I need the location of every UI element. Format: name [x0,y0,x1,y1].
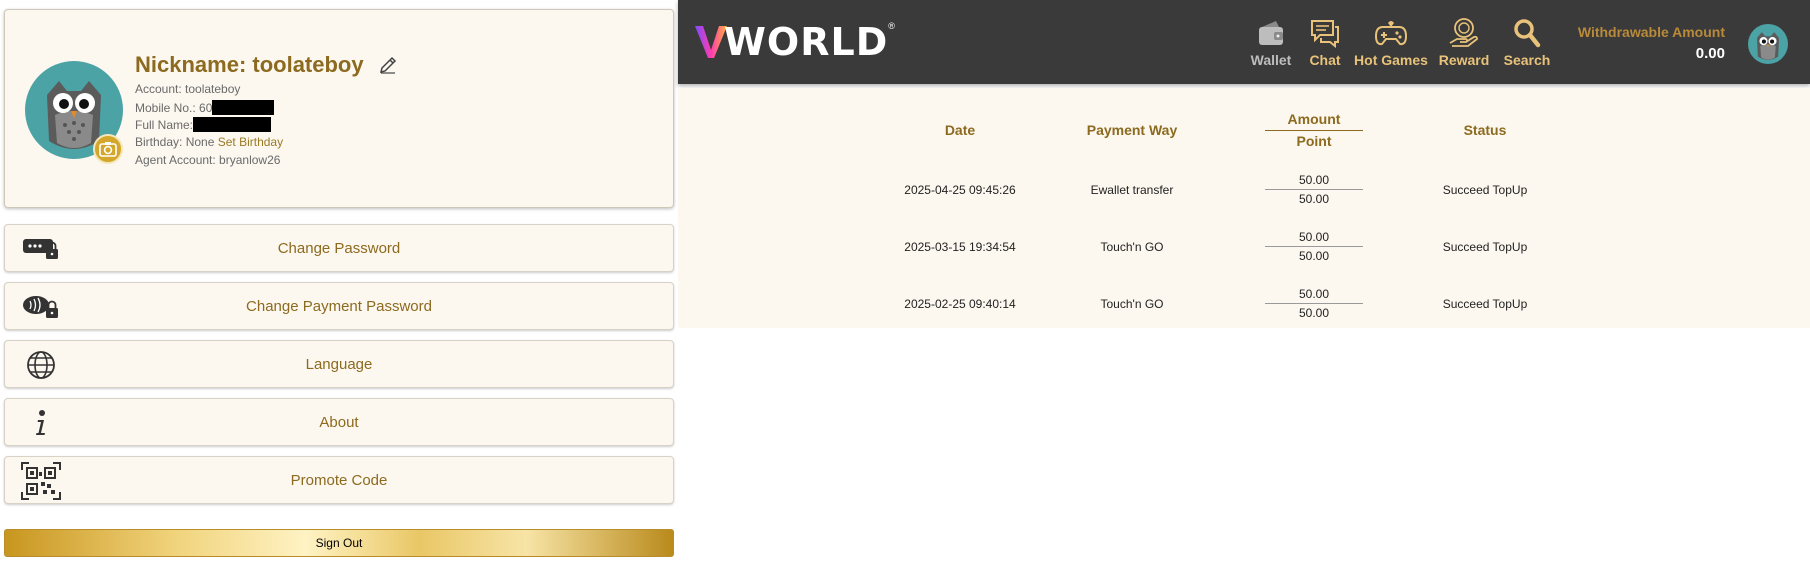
row-1-date: 2025-04-25 09:45:26 [904,183,1016,197]
set-birthday-link[interactable]: Set Birthday [218,135,283,149]
row-2-status: Succeed TopUp [1442,240,1528,254]
row-2-divider [1265,246,1363,247]
row-3-point: 50.00 [1298,306,1330,320]
row-3-amount: 50.00 [1298,287,1330,301]
birthday-label: Birthday: None [135,135,215,149]
nav-hot-games-label: Hot Games [1354,52,1428,68]
logo-text: WORLD [724,20,889,64]
change-payment-password-button[interactable]: Change Payment Password [4,282,674,330]
nav-search[interactable]: Search [1500,16,1554,72]
camera-icon [99,142,117,157]
change-password-button[interactable]: Change Password [4,224,674,272]
transaction-table: Date Payment Way Amount Point Status 202… [678,88,1810,328]
vworld-logo[interactable]: WORLD ® [694,20,895,64]
about-label: About [319,414,359,431]
header-payment-way: Payment Way [1086,122,1178,138]
gamepad-icon [1350,16,1432,50]
fullname-label: Full Name: [135,118,194,132]
reward-icon [1434,16,1494,50]
header-amount: Amount [1287,111,1341,127]
owl-avatar-icon [1756,32,1780,60]
withdrawable-amount-value: 0.00 [1695,45,1725,62]
nav-chat[interactable]: Chat [1300,16,1350,72]
row-1-divider [1265,189,1363,190]
nav-reward[interactable]: Reward [1434,16,1494,72]
language-label: Language [305,356,373,373]
row-1-amount: 50.00 [1298,173,1330,187]
row-2-payment-way: Touch'n GO [1100,240,1164,254]
withdrawable-amount-label: Withdrawable Amount [1577,24,1725,40]
row-2-point: 50.00 [1298,249,1330,263]
row-3-status: Succeed TopUp [1442,297,1528,311]
nav-reward-label: Reward [1438,52,1490,68]
profile-card: Nickname: toolateboy Account: toolateboy… [4,9,674,208]
row-2-date: 2025-03-15 19:34:54 [904,240,1016,254]
edit-nickname-button[interactable] [378,55,398,75]
row-1-payment-way: Ewallet transfer [1090,183,1174,197]
header-divider [1265,130,1363,131]
header-date: Date [944,122,976,138]
change-payment-password-label: Change Payment Password [246,298,432,315]
fullname-redacted [193,117,272,132]
wallet-icon [1246,16,1296,50]
logo-registered-mark: ® [888,21,895,31]
account-text: Account: toolateboy [135,82,241,96]
nav-wallet[interactable]: Wallet [1246,16,1296,72]
pencil-icon [379,56,396,74]
nickname-row: Nickname: toolateboy [135,52,398,78]
nav-chat-label: Chat [1309,52,1341,68]
nav-hot-games[interactable]: Hot Games [1350,16,1432,72]
promote-code-label: Promote Code [290,472,388,489]
main-area: WORLD ® Wallet Chat Hot Games Reward Sea… [678,0,1810,566]
row-3-date: 2025-02-25 09:40:14 [904,297,1016,311]
profile-panel: Nickname: toolateboy Account: toolateboy… [0,0,678,566]
promote-code-button[interactable]: Promote Code [4,456,674,504]
agent-account-text: Agent Account: bryanlow26 [135,153,281,167]
row-3-divider [1265,303,1363,304]
change-password-label: Change Password [277,240,401,257]
header-point: Point [1296,133,1332,149]
mobile-row: Mobile No.: 60 [135,100,275,115]
top-navigation-bar: WORLD ® Wallet Chat Hot Games Reward Sea… [678,0,1810,84]
about-button[interactable]: About [4,398,674,446]
logo-v-icon [695,26,727,58]
fullname-row: Full Name: [135,117,272,132]
row-1-point: 50.00 [1298,192,1330,206]
change-avatar-button[interactable] [93,134,123,164]
row-1-status: Succeed TopUp [1442,183,1528,197]
birthday-row: Birthday: None Set Birthday [135,135,283,149]
header-avatar[interactable] [1748,24,1788,64]
nickname: Nickname: toolateboy [135,52,364,77]
search-icon [1500,16,1554,50]
row-2-amount: 50.00 [1298,230,1330,244]
mobile-redacted [212,100,275,115]
header-status: Status [1463,122,1507,138]
row-3-payment-way: Touch'n GO [1100,297,1164,311]
sign-out-button[interactable]: Sign Out [4,529,674,557]
mobile-label: Mobile No.: 60 [135,101,213,115]
chat-icon [1300,16,1350,50]
language-button[interactable]: Language [4,340,674,388]
nav-wallet-label: Wallet [1250,52,1292,68]
nav-search-label: Search [1503,52,1551,68]
